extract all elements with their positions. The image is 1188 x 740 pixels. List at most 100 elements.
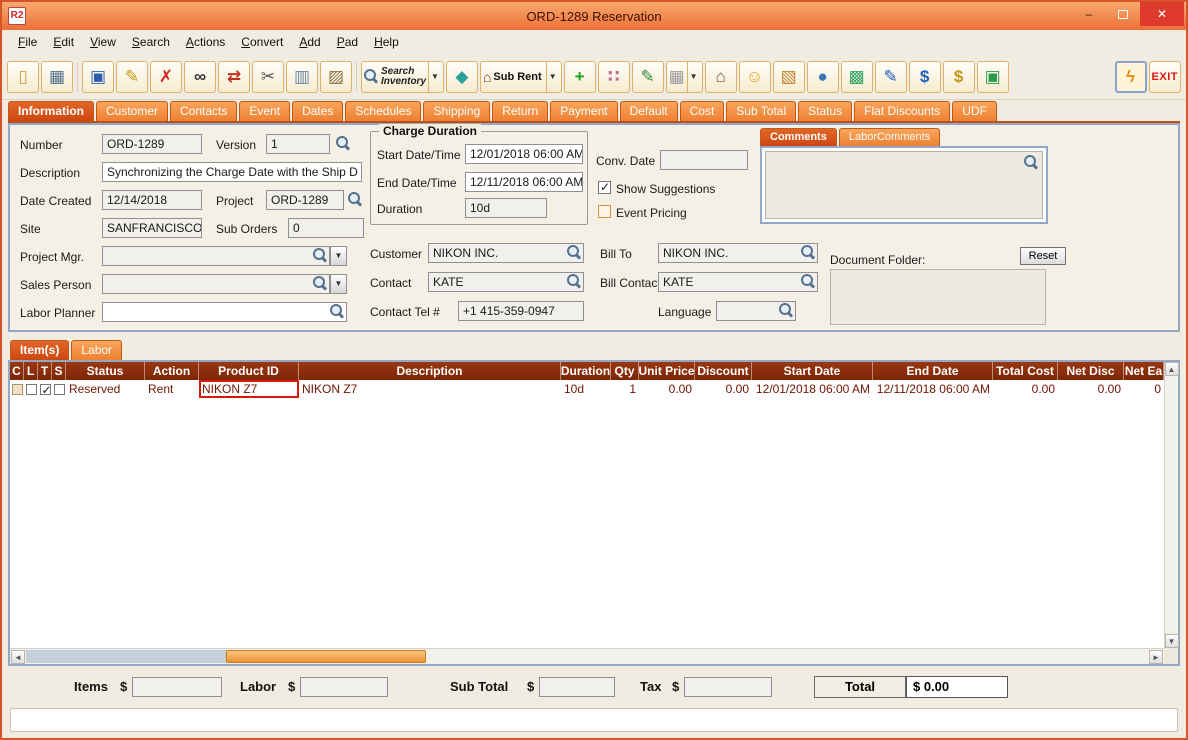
- dollar-transfer-button[interactable]: $: [909, 61, 941, 93]
- bill-to-search-icon[interactable]: [801, 245, 816, 260]
- tab-payment[interactable]: Payment: [550, 101, 617, 121]
- project-search-icon[interactable]: [348, 192, 363, 207]
- scrollbar-thumb[interactable]: [226, 650, 426, 663]
- paste-button[interactable]: ▨: [320, 61, 352, 93]
- tab-shipping[interactable]: Shipping: [423, 101, 490, 121]
- edit-note-button[interactable]: ✎: [632, 61, 664, 93]
- site-print-button[interactable]: ⌂: [705, 61, 737, 93]
- chevron-down-icon[interactable]: ▼: [687, 62, 700, 92]
- vertical-scrollbar[interactable]: ▲ ▼: [1164, 362, 1178, 648]
- project-mgr-field[interactable]: [102, 246, 330, 266]
- cut-button[interactable]: ✂: [252, 61, 284, 93]
- sales-person-dropdown-button[interactable]: ▼: [330, 274, 347, 294]
- tab-flat-discounts[interactable]: Flat Discounts: [854, 101, 950, 121]
- bill-to-field[interactable]: NIKON INC.: [658, 243, 818, 263]
- menu-item-view[interactable]: View: [82, 32, 124, 52]
- labor-planner-search-icon[interactable]: [330, 304, 345, 319]
- conv-date-field[interactable]: [660, 150, 748, 170]
- tab-dates[interactable]: Dates: [292, 101, 343, 121]
- add-button[interactable]: +: [564, 61, 596, 93]
- comments-textarea[interactable]: [765, 151, 1043, 219]
- date-created-field[interactable]: 12/14/2018: [102, 190, 202, 210]
- payment-machine-button[interactable]: ▣: [977, 61, 1009, 93]
- scroll-up-icon[interactable]: ▲: [1165, 362, 1179, 376]
- duration-field[interactable]: 10d: [465, 198, 547, 218]
- package-button[interactable]: ▧: [773, 61, 805, 93]
- scroll-right-icon[interactable]: ►: [1149, 650, 1163, 664]
- version-field[interactable]: 1: [266, 134, 330, 154]
- save-button[interactable]: ▣: [82, 61, 114, 93]
- cube-stack-button[interactable]: ▩: [841, 61, 873, 93]
- exit-button[interactable]: EXIT: [1149, 61, 1181, 93]
- project-mgr-dropdown-button[interactable]: ▼: [330, 246, 347, 266]
- document-folder-box[interactable]: [830, 269, 1046, 325]
- project-mgr-search-icon[interactable]: [313, 248, 328, 263]
- money-button[interactable]: $: [943, 61, 975, 93]
- tab-contacts[interactable]: Contacts: [170, 101, 237, 121]
- chevron-down-icon[interactable]: ▼: [428, 62, 441, 92]
- bill-contact-search-icon[interactable]: [801, 274, 816, 289]
- tab-return[interactable]: Return: [492, 101, 548, 121]
- project-field[interactable]: ORD-1289: [266, 190, 344, 210]
- language-field[interactable]: [716, 301, 796, 321]
- tab-cost[interactable]: Cost: [680, 101, 725, 121]
- menu-item-pad[interactable]: Pad: [329, 32, 366, 52]
- menu-item-file[interactable]: File: [10, 32, 45, 52]
- description-field[interactable]: Synchronizing the Charge Date with the S…: [102, 162, 362, 182]
- note-edit-button[interactable]: ✎: [875, 61, 907, 93]
- find-binoculars-button[interactable]: ∞: [184, 61, 216, 93]
- sales-person-field[interactable]: [102, 274, 330, 294]
- site-field[interactable]: SANFRANCISCO: [102, 218, 202, 238]
- menu-item-help[interactable]: Help: [366, 32, 407, 52]
- menu-item-actions[interactable]: Actions: [178, 32, 233, 52]
- team-circles-button[interactable]: ∷: [598, 61, 630, 93]
- sales-person-search-icon[interactable]: [313, 276, 328, 291]
- bill-contact-field[interactable]: KATE: [658, 272, 818, 292]
- tab-udf[interactable]: UDF: [952, 101, 997, 121]
- number-field[interactable]: ORD-1289: [102, 134, 202, 154]
- sub-orders-field[interactable]: 0: [288, 218, 364, 238]
- menu-item-convert[interactable]: Convert: [233, 32, 291, 52]
- subtotal-field[interactable]: [539, 677, 615, 697]
- customer-field[interactable]: NIKON INC.: [428, 243, 584, 263]
- edit-pencil-button[interactable]: ✎: [116, 61, 148, 93]
- row-checkbox-s[interactable]: [54, 384, 65, 395]
- scroll-down-icon[interactable]: ▼: [1165, 634, 1179, 648]
- comments-search-icon[interactable]: [1024, 155, 1039, 170]
- menu-item-add[interactable]: Add: [291, 32, 328, 52]
- language-search-icon[interactable]: [779, 303, 794, 318]
- tax-field[interactable]: [684, 677, 772, 697]
- new-document-button[interactable]: ▯: [7, 61, 39, 93]
- row-checkbox-t[interactable]: [40, 384, 51, 395]
- menu-item-edit[interactable]: Edit: [45, 32, 82, 52]
- tab-sub-total[interactable]: Sub Total: [726, 101, 796, 121]
- tab-information[interactable]: Information: [8, 101, 94, 121]
- horizontal-scrollbar[interactable]: ◄ ►: [10, 648, 1164, 664]
- version-search-icon[interactable]: [336, 136, 351, 151]
- tab-schedules[interactable]: Schedules: [345, 101, 421, 121]
- contact-field[interactable]: KATE: [428, 272, 584, 292]
- cell-product-id[interactable]: NIKON Z7: [199, 380, 299, 398]
- delete-button[interactable]: ✗: [150, 61, 182, 93]
- start-datetime-field[interactable]: 12/01/2018 06:00 AM: [465, 144, 583, 164]
- contact-tel-field[interactable]: +1 415-359-0947: [458, 301, 584, 321]
- tab-status[interactable]: Status: [798, 101, 852, 121]
- contact-search-icon[interactable]: [567, 274, 582, 289]
- copy-button[interactable]: ▥: [286, 61, 318, 93]
- shapes-button[interactable]: ◆: [446, 61, 478, 93]
- chevron-down-icon[interactable]: ▼: [546, 62, 559, 92]
- show-suggestions-checkbox[interactable]: [598, 181, 611, 194]
- labor-planner-field[interactable]: [102, 302, 347, 322]
- sub-rent-button[interactable]: ⌂Sub Rent▼: [480, 61, 562, 93]
- row-checkbox-l[interactable]: [26, 384, 37, 395]
- minimize-button[interactable]: –: [1072, 2, 1106, 26]
- disk-button[interactable]: ●: [807, 61, 839, 93]
- print-button[interactable]: ▦: [41, 61, 73, 93]
- tab-comments[interactable]: Comments: [760, 128, 837, 146]
- tab-laborcomments[interactable]: LaborComments: [839, 128, 940, 146]
- tab-labor[interactable]: Labor: [71, 340, 122, 360]
- end-datetime-field[interactable]: 12/11/2018 06:00 AM: [465, 172, 583, 192]
- menu-item-search[interactable]: Search: [124, 32, 178, 52]
- scroll-left-icon[interactable]: ◄: [11, 650, 25, 664]
- transfer-button[interactable]: ⇄: [218, 61, 250, 93]
